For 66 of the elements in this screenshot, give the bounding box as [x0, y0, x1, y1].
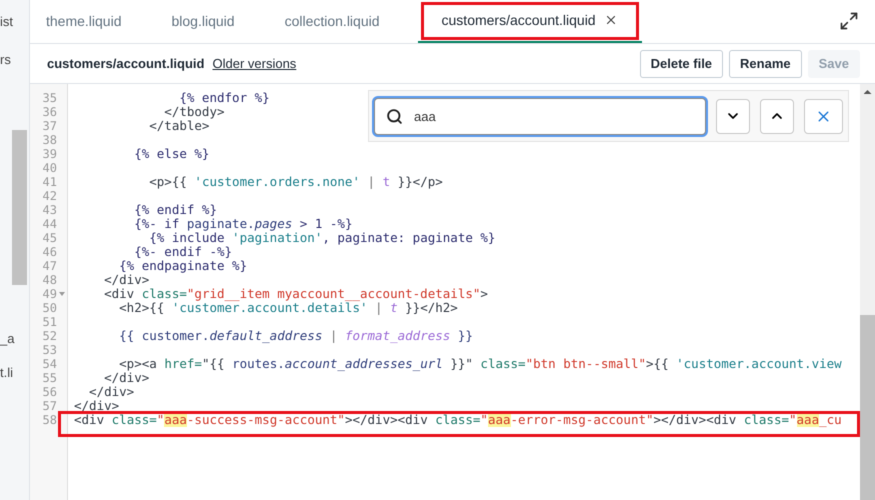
- code-line: <h2>{{ 'customer.account.details' | t }}</h2>: [118, 301, 458, 315]
- code-line: <div class="grid__item myaccount__account-details">: [103, 287, 488, 301]
- line-number: 51: [42, 316, 57, 328]
- line-number: 41: [42, 176, 57, 188]
- sidebar-item[interactable]: _a: [0, 329, 14, 348]
- line-number: 48: [42, 274, 57, 286]
- line-number: 53: [42, 344, 57, 356]
- line-number: 42: [42, 190, 57, 202]
- line-number: 56: [42, 386, 57, 398]
- line-number: 37: [42, 120, 57, 132]
- code-line: {% endpaginate %}: [118, 259, 248, 273]
- line-number: 40: [42, 162, 57, 174]
- code-line: {%- endif -%}: [133, 245, 232, 259]
- sidebar-scrollbar-thumb[interactable]: [12, 130, 27, 285]
- line-number: 50: [42, 302, 57, 314]
- search-field[interactable]: aaa: [374, 98, 706, 134]
- code-line: </div>: [103, 273, 150, 287]
- header-button[interactable]: Rename: [729, 50, 802, 78]
- file-tab[interactable]: theme.liquid: [34, 0, 134, 43]
- line-number: 44: [42, 218, 57, 230]
- older-versions-link[interactable]: Older versions: [212, 54, 296, 74]
- line-number: 55: [42, 372, 57, 384]
- line-number: 52: [42, 330, 57, 342]
- code-line: </div>: [88, 385, 134, 399]
- scroll-up-icon[interactable]: [864, 90, 872, 94]
- line-number: 57: [42, 400, 57, 412]
- line-number: 58: [42, 414, 57, 426]
- code-line: </div>: [74, 399, 120, 413]
- code-line: {% else %}: [133, 147, 210, 161]
- editor-scrollbar[interactable]: [860, 84, 875, 500]
- sidebar-item[interactable]: t.li: [0, 362, 13, 382]
- sidebar-item[interactable]: ist: [0, 12, 13, 32]
- code-line: {%- if paginate.pages > 1 -%}: [133, 217, 352, 231]
- line-number: 36: [42, 106, 57, 118]
- code-line: {% endfor %}: [178, 91, 270, 105]
- line-number: 54: [42, 358, 57, 370]
- search-icon: [386, 108, 403, 124]
- code-line: <p>{{ 'customer.orders.none' | t }}</p>: [148, 175, 443, 189]
- previous-match-button[interactable]: [760, 98, 794, 134]
- code-line: </table>: [148, 119, 210, 133]
- code-line: <div class="aaa-success-msg-account"></div><div class="aaa-error-msg-account"></div><div class="aaa_cu: [74, 413, 842, 427]
- code-line: {% include 'pagination', paginate: paginate %}: [148, 231, 496, 245]
- code-line: {% endif %}: [133, 203, 217, 217]
- code-line: </div>: [103, 371, 150, 385]
- code-line: <p><a href="{{ routes.account_addresses_url }}" class="btn btn--small">{{ 'customer.account.view: [118, 357, 842, 371]
- line-number: 39: [42, 148, 57, 160]
- file-title: customers/account.liquid: [47, 54, 204, 73]
- code-line: {{ customer.default_address | format_address }}: [118, 329, 473, 343]
- scrollbar-thumb[interactable]: [860, 315, 875, 500]
- line-number: 49: [42, 288, 57, 300]
- line-number: 38: [42, 134, 57, 146]
- line-number: 35: [42, 92, 57, 104]
- fold-icon[interactable]: [59, 292, 65, 296]
- sidebar-item[interactable]: rs: [0, 50, 11, 69]
- file-tab[interactable]: customers/account.liquid: [418, 0, 642, 43]
- header-button[interactable]: Delete file: [640, 50, 724, 78]
- line-number: 46: [42, 246, 57, 258]
- code-line: </tbody>: [163, 105, 225, 119]
- file-tab[interactable]: blog.liquid: [160, 0, 247, 43]
- close-search-button[interactable]: [804, 98, 843, 134]
- next-match-button[interactable]: [716, 98, 750, 134]
- expand-icon[interactable]: [839, 11, 859, 31]
- line-number: 47: [42, 260, 57, 272]
- line-number: 45: [42, 232, 57, 244]
- file-tab[interactable]: collection.liquid: [272, 0, 392, 43]
- line-number: 43: [42, 204, 57, 216]
